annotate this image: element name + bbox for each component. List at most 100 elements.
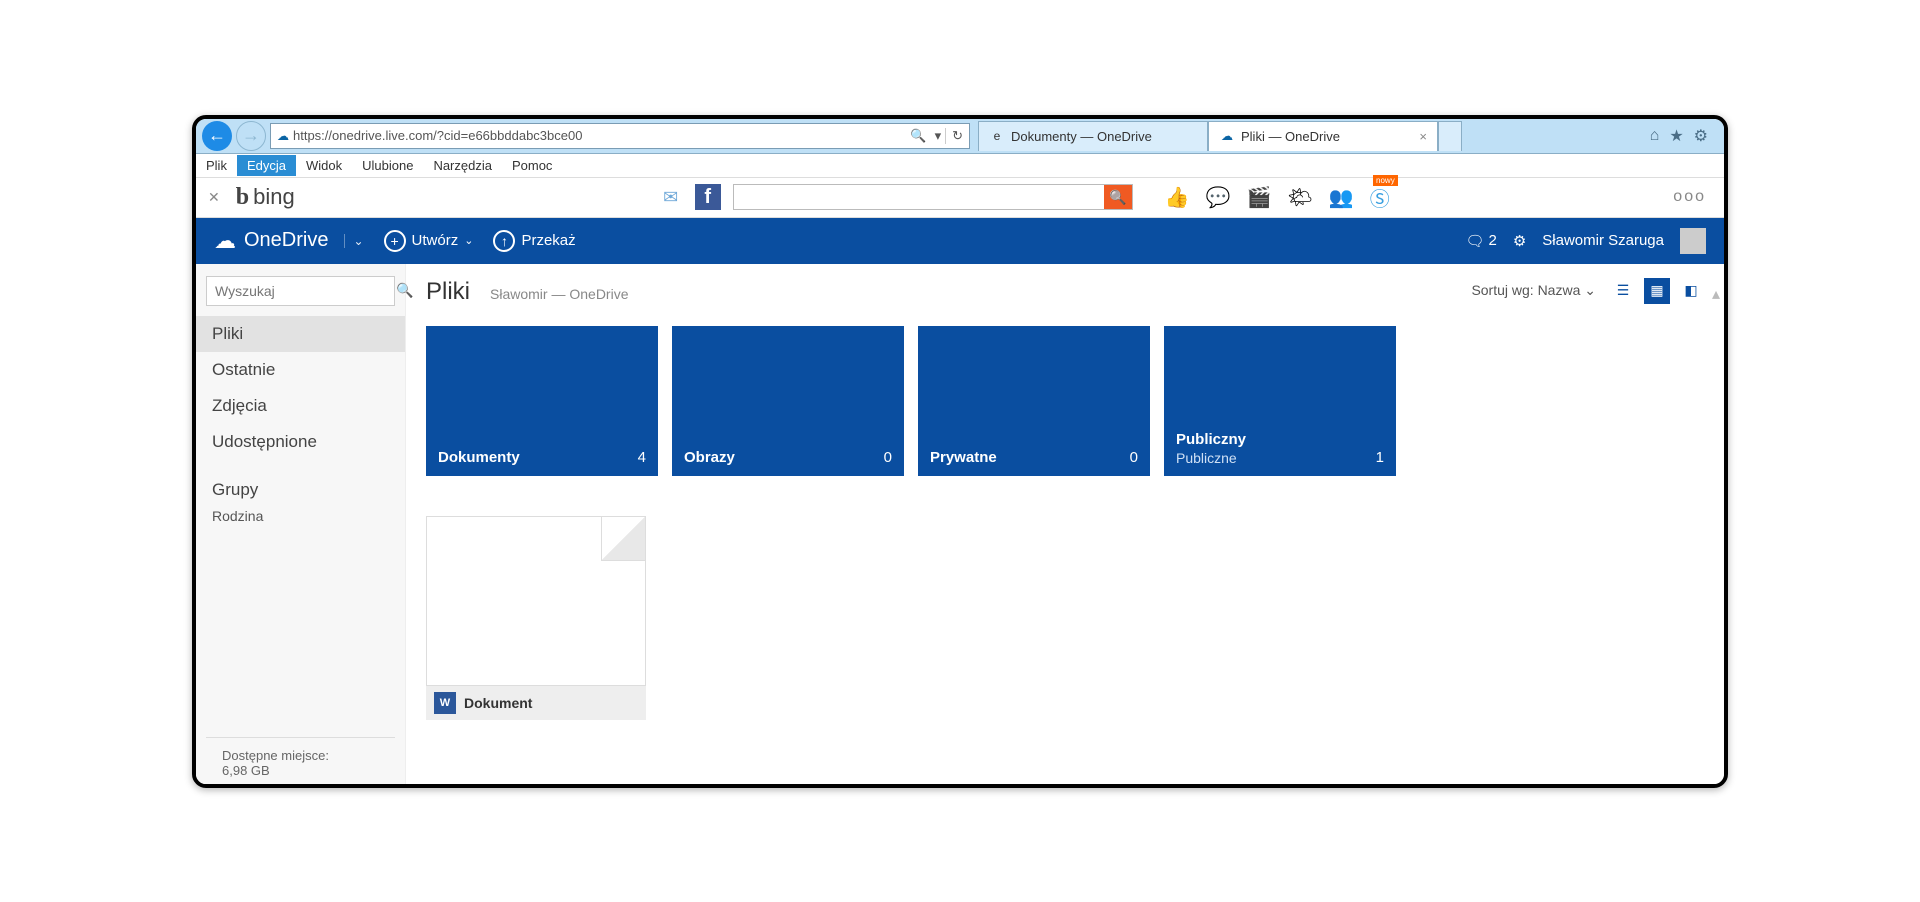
forward-button[interactable]: → (236, 121, 266, 151)
settings-gear-icon[interactable]: ⚙ (1513, 232, 1526, 250)
file-label-bar: W Dokument (426, 686, 646, 720)
onedrive-command-bar: ☁ OneDrive ⌄ + Utwórz ⌄ ↑ Przekaż 🗨 2 ⚙ … (196, 218, 1724, 264)
view-details-icon[interactable]: ◧ (1678, 278, 1704, 304)
mail-icon[interactable]: ✉ (659, 185, 683, 209)
ie-favicon-icon: e (989, 128, 1005, 144)
folder-name: Obrazy (684, 449, 735, 466)
search-input[interactable] (215, 283, 396, 299)
message-count: 2 (1488, 232, 1496, 249)
browser-menu-bar: Plik Edycja Widok Ulubione Narzędzia Pom… (196, 154, 1724, 178)
search-box[interactable]: 🔍 (206, 276, 395, 306)
bing-search-input[interactable] (734, 185, 1104, 209)
menu-plik[interactable]: Plik (196, 155, 237, 176)
folder-tile-dokumenty[interactable]: Dokumenty 4 (426, 326, 658, 476)
reload-icon[interactable]: ↻ (945, 128, 963, 144)
upload-label: Przekaż (521, 232, 575, 249)
folder-tile-obrazy[interactable]: Obrazy 0 (672, 326, 904, 476)
bing-logo[interactable]: b bing (236, 184, 295, 211)
chevron-down-icon: ⌄ (464, 234, 473, 247)
user-name[interactable]: Sławomir Szaruga (1542, 232, 1664, 249)
folder-count: 4 (638, 449, 646, 466)
menu-ulubione[interactable]: Ulubione (352, 155, 423, 176)
sidebar-item-zdjecia[interactable]: Zdjęcia (196, 388, 405, 424)
tab-label: Dokumenty — OneDrive (1011, 129, 1152, 144)
file-name: Dokument (464, 695, 532, 711)
folder-tile-prywatne[interactable]: Prywatne 0 (918, 326, 1150, 476)
storage-info: Dostępne miejsce: 6,98 GB (206, 737, 395, 784)
address-bar[interactable]: ☁ https://onedrive.live.com/?cid=e66bbdd… (270, 123, 970, 149)
bing-toolbar: ✕ b bing ✉ f 🔍 👍 💬 🎬 🌤 👥 Ⓢ ooo (196, 178, 1724, 218)
toolbar-more-icon[interactable]: ooo (1673, 188, 1716, 206)
app-body: 🔍 Pliki Ostatnie Zdjęcia Udostępnione Gr… (196, 264, 1724, 784)
chevron-down-icon: ⌄ (1584, 282, 1596, 298)
chat-icon[interactable]: 💬 (1206, 185, 1231, 210)
onedrive-favicon-icon: ☁ (1219, 128, 1235, 144)
messages-button[interactable]: 🗨 2 (1465, 232, 1496, 250)
sidebar-item-pliki[interactable]: Pliki (196, 316, 405, 352)
back-button[interactable]: ← (202, 121, 232, 151)
cloud-icon: ☁ (214, 228, 236, 254)
storage-label: Dostępne miejsce: (222, 748, 379, 763)
onedrive-brand[interactable]: ☁ OneDrive ⌄ (214, 228, 364, 254)
plus-icon: + (384, 230, 406, 252)
menu-edycja[interactable]: Edycja (237, 155, 296, 176)
folder-count: 0 (1130, 449, 1138, 466)
folder-tile-publiczny[interactable]: Publiczny Publiczne 1 (1164, 326, 1396, 476)
tab-strip: e Dokumenty — OneDrive ☁ Pliki — OneDriv… (978, 121, 1636, 151)
toolbar-close-icon[interactable]: ✕ (204, 189, 224, 206)
menu-widok[interactable]: Widok (296, 155, 352, 176)
folder-count: 1 (1376, 449, 1384, 466)
weather-icon[interactable]: 🌤 (1287, 185, 1312, 210)
tab-close-icon[interactable]: × (1419, 129, 1427, 144)
folder-name: Publiczny (1176, 431, 1246, 448)
tab-dokumenty[interactable]: e Dokumenty — OneDrive (978, 121, 1208, 151)
word-file-icon: W (434, 692, 456, 714)
page-fold-icon (601, 517, 645, 561)
storage-value: 6,98 GB (222, 763, 379, 778)
view-controls: Sortuj wg: Nazwa ⌄ ☰ ▦ ◧ (1471, 278, 1704, 304)
home-icon[interactable]: ⌂ (1650, 127, 1660, 145)
chat-bubble-icon: 🗨 (1465, 232, 1484, 250)
upload-button[interactable]: ↑ Przekaż (493, 230, 575, 252)
sidebar-item-udostepnione[interactable]: Udostępnione (196, 424, 405, 460)
onedrive-favicon-icon: ☁ (277, 129, 289, 143)
facebook-icon[interactable]: f (695, 184, 721, 210)
people-icon[interactable]: 👥 (1329, 185, 1354, 210)
skype-icon[interactable]: Ⓢ (1370, 183, 1390, 212)
favorites-icon[interactable]: ★ (1669, 126, 1683, 146)
breadcrumb-path[interactable]: Sławomir — OneDrive (490, 286, 628, 302)
menu-pomoc[interactable]: Pomoc (502, 155, 562, 176)
bing-search-go-icon[interactable]: 🔍 (1104, 185, 1132, 209)
sidebar-group-rodzina[interactable]: Rodzina (196, 504, 405, 528)
folder-name: Dokumenty (438, 449, 520, 466)
view-list-icon[interactable]: ☰ (1610, 278, 1636, 304)
user-avatar[interactable] (1680, 228, 1706, 254)
url-dropdown-icon[interactable]: ▾ (931, 128, 946, 144)
new-tab-button[interactable] (1438, 121, 1462, 151)
sort-button[interactable]: Sortuj wg: Nazwa ⌄ (1471, 282, 1596, 299)
file-tile-dokument[interactable]: W Dokument (426, 516, 646, 720)
upload-icon: ↑ (493, 230, 515, 252)
folder-sub: Publiczne (1176, 450, 1237, 466)
search-icon[interactable]: 🔍 (906, 128, 930, 144)
thumbs-up-icon[interactable]: 👍 (1165, 185, 1190, 210)
video-icon[interactable]: 🎬 (1247, 185, 1272, 210)
file-thumbnail (426, 516, 646, 686)
sort-label: Sortuj wg: Nazwa (1471, 282, 1580, 298)
bing-search-box[interactable]: 🔍 (733, 184, 1133, 210)
scroll-up-icon[interactable]: ▴ (1712, 284, 1720, 304)
menu-narzedzia[interactable]: Narzędzia (423, 155, 502, 176)
window-frame: ← → ☁ https://onedrive.live.com/?cid=e66… (192, 115, 1728, 788)
brand-label: OneDrive (244, 229, 328, 252)
browser-tools: ⌂ ★ ⚙ (1640, 126, 1718, 146)
main-pane: Pliki Sławomir — OneDrive Sortuj wg: Naz… (406, 264, 1724, 784)
tools-gear-icon[interactable]: ⚙ (1694, 126, 1708, 146)
sidebar-item-ostatnie[interactable]: Ostatnie (196, 352, 405, 388)
tab-pliki[interactable]: ☁ Pliki — OneDrive × (1208, 121, 1438, 151)
view-tiles-icon[interactable]: ▦ (1644, 278, 1670, 304)
bing-b-icon: b (236, 184, 249, 211)
folder-tiles: Dokumenty 4 Obrazy 0 Prywatne 0 Publiczn… (426, 326, 1704, 476)
chevron-down-icon[interactable]: ⌄ (344, 234, 363, 248)
create-button[interactable]: + Utwórz ⌄ (384, 230, 474, 252)
folder-name: Prywatne (930, 449, 997, 466)
